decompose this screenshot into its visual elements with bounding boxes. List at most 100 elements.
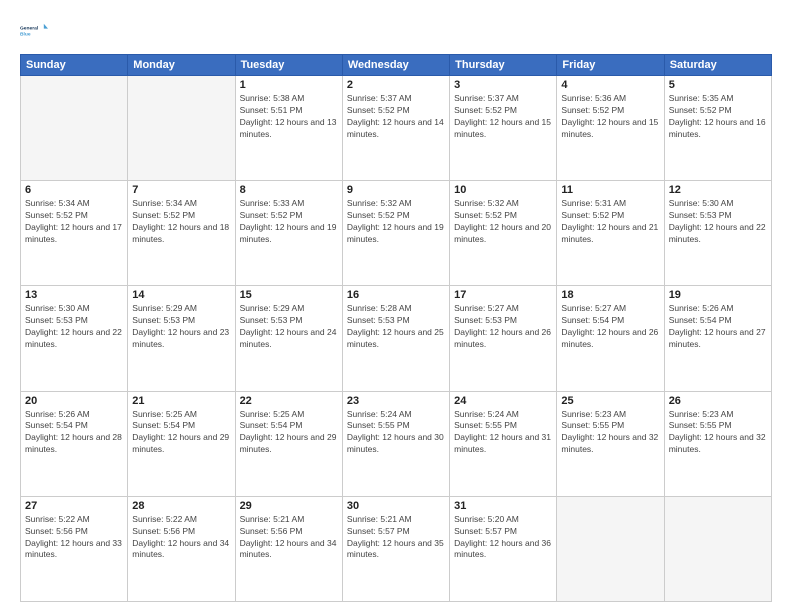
day-number: 3 [454,79,552,91]
calendar-cell: 10 Sunrise: 5:32 AM Sunset: 5:52 PM Dayl… [450,181,557,286]
day-info: Sunrise: 5:25 AM Sunset: 5:54 PM Dayligh… [240,409,338,457]
header-day-thursday: Thursday [450,55,557,76]
day-info: Sunrise: 5:20 AM Sunset: 5:57 PM Dayligh… [454,514,552,562]
daylight: Daylight: 12 hours and 32 minutes. [561,432,658,454]
daylight: Daylight: 12 hours and 29 minutes. [132,432,229,454]
sunset: Sunset: 5:52 PM [132,210,195,220]
sunrise: Sunrise: 5:30 AM [669,198,734,208]
sunset: Sunset: 5:54 PM [561,315,624,325]
sunset: Sunset: 5:54 PM [240,420,303,430]
day-number: 16 [347,289,445,301]
calendar-cell: 21 Sunrise: 5:25 AM Sunset: 5:54 PM Dayl… [128,391,235,496]
daylight: Daylight: 12 hours and 24 minutes. [240,327,337,349]
sunset: Sunset: 5:56 PM [25,526,88,536]
sunset: Sunset: 5:53 PM [132,315,195,325]
day-number: 29 [240,500,338,512]
daylight: Daylight: 12 hours and 15 minutes. [561,117,658,139]
sunrise: Sunrise: 5:21 AM [347,514,412,524]
week-row-3: 13 Sunrise: 5:30 AM Sunset: 5:53 PM Dayl… [21,286,772,391]
sunrise: Sunrise: 5:23 AM [561,409,626,419]
day-info: Sunrise: 5:31 AM Sunset: 5:52 PM Dayligh… [561,198,659,246]
daylight: Daylight: 12 hours and 34 minutes. [132,538,229,560]
day-number: 2 [347,79,445,91]
day-number: 21 [132,395,230,407]
sunrise: Sunrise: 5:21 AM [240,514,305,524]
sunset: Sunset: 5:55 PM [347,420,410,430]
day-info: Sunrise: 5:38 AM Sunset: 5:51 PM Dayligh… [240,93,338,141]
calendar-cell: 6 Sunrise: 5:34 AM Sunset: 5:52 PM Dayli… [21,181,128,286]
calendar-cell: 17 Sunrise: 5:27 AM Sunset: 5:53 PM Dayl… [450,286,557,391]
day-number: 15 [240,289,338,301]
day-number: 30 [347,500,445,512]
header-day-tuesday: Tuesday [235,55,342,76]
day-number: 7 [132,184,230,196]
sunset: Sunset: 5:51 PM [240,105,303,115]
calendar-cell: 27 Sunrise: 5:22 AM Sunset: 5:56 PM Dayl… [21,496,128,601]
day-info: Sunrise: 5:21 AM Sunset: 5:56 PM Dayligh… [240,514,338,562]
daylight: Daylight: 12 hours and 26 minutes. [454,327,551,349]
calendar-cell: 12 Sunrise: 5:30 AM Sunset: 5:53 PM Dayl… [664,181,771,286]
sunset: Sunset: 5:57 PM [347,526,410,536]
day-info: Sunrise: 5:37 AM Sunset: 5:52 PM Dayligh… [454,93,552,141]
day-number: 26 [669,395,767,407]
sunset: Sunset: 5:52 PM [669,105,732,115]
daylight: Daylight: 12 hours and 21 minutes. [561,222,658,244]
sunrise: Sunrise: 5:27 AM [454,303,519,313]
daylight: Daylight: 12 hours and 33 minutes. [25,538,122,560]
calendar-cell [557,496,664,601]
day-info: Sunrise: 5:25 AM Sunset: 5:54 PM Dayligh… [132,409,230,457]
sunset: Sunset: 5:54 PM [25,420,88,430]
sunrise: Sunrise: 5:32 AM [454,198,519,208]
sunset: Sunset: 5:56 PM [132,526,195,536]
calendar-cell: 14 Sunrise: 5:29 AM Sunset: 5:53 PM Dayl… [128,286,235,391]
header: General Blue [20,16,772,44]
sunrise: Sunrise: 5:38 AM [240,93,305,103]
daylight: Daylight: 12 hours and 28 minutes. [25,432,122,454]
day-number: 1 [240,79,338,91]
calendar-cell: 9 Sunrise: 5:32 AM Sunset: 5:52 PM Dayli… [342,181,449,286]
sunrise: Sunrise: 5:26 AM [669,303,734,313]
sunset: Sunset: 5:57 PM [454,526,517,536]
day-number: 31 [454,500,552,512]
calendar-cell: 13 Sunrise: 5:30 AM Sunset: 5:53 PM Dayl… [21,286,128,391]
daylight: Daylight: 12 hours and 31 minutes. [454,432,551,454]
daylight: Daylight: 12 hours and 29 minutes. [240,432,337,454]
header-day-friday: Friday [557,55,664,76]
day-info: Sunrise: 5:27 AM Sunset: 5:53 PM Dayligh… [454,303,552,351]
day-number: 10 [454,184,552,196]
daylight: Daylight: 12 hours and 22 minutes. [669,222,766,244]
day-info: Sunrise: 5:29 AM Sunset: 5:53 PM Dayligh… [132,303,230,351]
sunrise: Sunrise: 5:35 AM [669,93,734,103]
sunrise: Sunrise: 5:22 AM [25,514,90,524]
sunset: Sunset: 5:52 PM [561,105,624,115]
day-number: 4 [561,79,659,91]
calendar-cell: 15 Sunrise: 5:29 AM Sunset: 5:53 PM Dayl… [235,286,342,391]
day-info: Sunrise: 5:26 AM Sunset: 5:54 PM Dayligh… [669,303,767,351]
svg-text:Blue: Blue [20,31,31,37]
day-number: 23 [347,395,445,407]
sunrise: Sunrise: 5:37 AM [347,93,412,103]
calendar-cell: 3 Sunrise: 5:37 AM Sunset: 5:52 PM Dayli… [450,76,557,181]
day-info: Sunrise: 5:21 AM Sunset: 5:57 PM Dayligh… [347,514,445,562]
calendar-cell: 18 Sunrise: 5:27 AM Sunset: 5:54 PM Dayl… [557,286,664,391]
day-info: Sunrise: 5:22 AM Sunset: 5:56 PM Dayligh… [25,514,123,562]
sunset: Sunset: 5:55 PM [561,420,624,430]
sunrise: Sunrise: 5:22 AM [132,514,197,524]
day-info: Sunrise: 5:32 AM Sunset: 5:52 PM Dayligh… [454,198,552,246]
daylight: Daylight: 12 hours and 16 minutes. [669,117,766,139]
day-info: Sunrise: 5:23 AM Sunset: 5:55 PM Dayligh… [669,409,767,457]
daylight: Daylight: 12 hours and 23 minutes. [132,327,229,349]
day-info: Sunrise: 5:28 AM Sunset: 5:53 PM Dayligh… [347,303,445,351]
calendar-cell: 24 Sunrise: 5:24 AM Sunset: 5:55 PM Dayl… [450,391,557,496]
day-number: 9 [347,184,445,196]
sunrise: Sunrise: 5:33 AM [240,198,305,208]
page: General Blue SundayMondayTuesdayWednesda… [0,0,792,612]
sunrise: Sunrise: 5:30 AM [25,303,90,313]
sunrise: Sunrise: 5:29 AM [240,303,305,313]
sunset: Sunset: 5:53 PM [454,315,517,325]
day-number: 12 [669,184,767,196]
calendar-cell: 31 Sunrise: 5:20 AM Sunset: 5:57 PM Dayl… [450,496,557,601]
daylight: Daylight: 12 hours and 32 minutes. [669,432,766,454]
day-number: 24 [454,395,552,407]
day-info: Sunrise: 5:23 AM Sunset: 5:55 PM Dayligh… [561,409,659,457]
